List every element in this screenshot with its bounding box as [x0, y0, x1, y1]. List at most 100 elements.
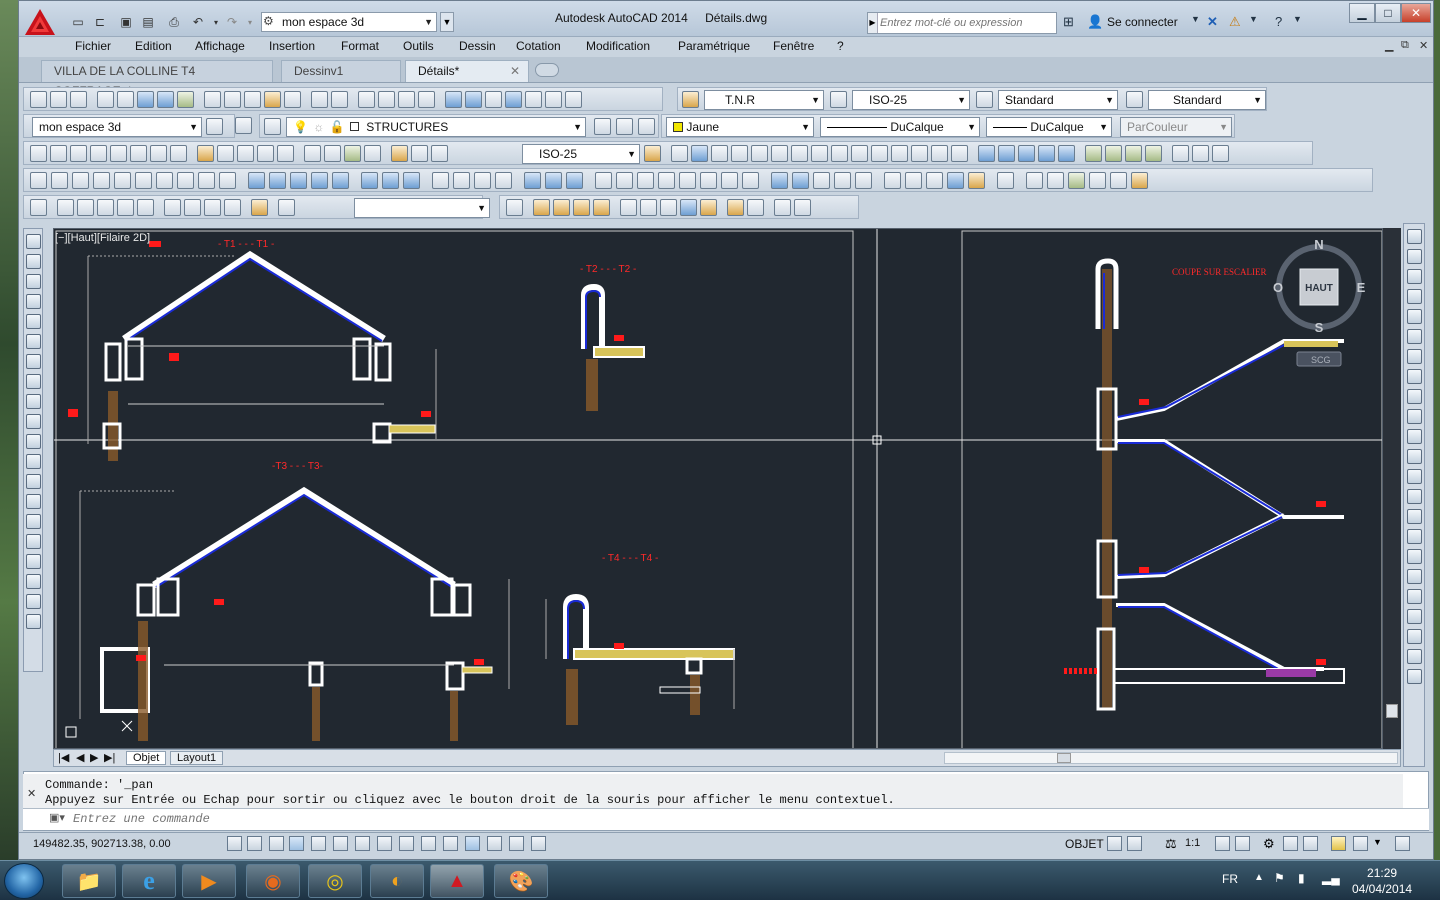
quick-properties-icon[interactable] [487, 836, 502, 851]
section-plane-icon[interactable] [137, 199, 154, 216]
redo-icon[interactable]: ↷ [223, 13, 241, 31]
arc-length-icon[interactable] [70, 145, 87, 162]
snap-mode-icon[interactable] [247, 836, 262, 851]
table-4-icon[interactable] [794, 199, 811, 216]
copy-icon[interactable] [224, 91, 241, 108]
sheet-set-icon[interactable] [505, 91, 522, 108]
insert-block-icon[interactable] [25, 454, 41, 469]
face-8-icon[interactable] [742, 172, 759, 189]
prev-tab-icon[interactable]: ◀ [76, 751, 84, 764]
help-icon[interactable]: ? [1275, 14, 1282, 29]
menu-modification[interactable]: Modification [586, 39, 650, 53]
copy-object-icon[interactable] [1406, 249, 1422, 264]
draw-order-2-icon[interactable] [553, 199, 570, 216]
table-2-icon[interactable] [747, 199, 764, 216]
hidden-icon[interactable] [926, 172, 943, 189]
edge-5-icon[interactable] [855, 172, 872, 189]
paste-icon[interactable] [244, 91, 261, 108]
explode-icon[interactable] [1406, 569, 1422, 584]
soldraw-icon[interactable] [77, 199, 94, 216]
lineweight-icon[interactable] [443, 836, 458, 851]
face-4-icon[interactable] [658, 172, 675, 189]
edge-4-icon[interactable] [834, 172, 851, 189]
ucs-apply-icon[interactable] [891, 145, 908, 162]
last-tab-icon[interactable]: ▶| [104, 751, 115, 764]
extract-4-icon[interactable] [224, 199, 241, 216]
solprof-icon[interactable] [97, 199, 114, 216]
radius-icon[interactable] [110, 145, 127, 162]
redo-dropdown-icon[interactable]: ▾ [241, 13, 259, 31]
pan3d-icon[interactable] [1172, 145, 1189, 162]
find-text-icon[interactable] [278, 199, 295, 216]
rotate-icon[interactable] [1406, 349, 1422, 364]
command-prompt-icon[interactable]: ▣▾ [49, 811, 65, 824]
media-center-taskbar-icon[interactable]: ◐ [370, 864, 424, 898]
dim-text-edit-icon[interactable] [411, 145, 428, 162]
conceptual-icon[interactable] [968, 172, 985, 189]
wireframe-icon[interactable] [905, 172, 922, 189]
edge-3-icon[interactable] [813, 172, 830, 189]
stay-connected-dropdown-icon[interactable]: ▼ [1249, 14, 1258, 24]
ucs-rotate-icon[interactable] [951, 145, 968, 162]
region-draw-icon[interactable] [25, 554, 41, 569]
table-icon[interactable] [25, 574, 41, 589]
ucs-object-icon[interactable] [751, 145, 768, 162]
solidview-icon[interactable] [57, 199, 74, 216]
lock-ui-icon[interactable] [1283, 836, 1298, 851]
plotstyle-select[interactable]: ParCouleur ▼ [1120, 117, 1232, 137]
dim-style-icon[interactable] [830, 91, 847, 108]
ucs-named-icon[interactable] [911, 145, 928, 162]
zoom3d-icon[interactable] [1192, 145, 1209, 162]
planar-icon[interactable] [219, 172, 236, 189]
find-text-input[interactable]: ▼ [354, 198, 490, 218]
orbit-icon[interactable] [978, 145, 995, 162]
multileader-style-icon[interactable] [1126, 91, 1143, 108]
palette-extra-5-icon[interactable] [1406, 669, 1422, 684]
dyn-icon[interactable] [421, 836, 436, 851]
palette-extra-2-icon[interactable] [1406, 609, 1422, 624]
view-right-icon[interactable] [1145, 145, 1162, 162]
gradient-icon[interactable] [25, 534, 41, 549]
help-search-input[interactable] [880, 14, 1054, 32]
menu-format[interactable]: Format [341, 39, 379, 53]
inspect-icon[interactable] [344, 145, 361, 162]
sphere-icon[interactable] [114, 172, 131, 189]
baseline-icon[interactable] [217, 145, 234, 162]
model-space-toggle[interactable]: OBJET [1065, 837, 1104, 851]
union-icon[interactable] [361, 172, 378, 189]
layer-properties-icon[interactable] [264, 118, 281, 135]
horizontal-scrollbar[interactable] [944, 752, 1398, 764]
design-center-icon[interactable] [465, 91, 482, 108]
wedge-icon[interactable] [72, 172, 89, 189]
extract-1-icon[interactable] [164, 199, 181, 216]
stretch-icon[interactable] [1406, 389, 1422, 404]
offset-icon[interactable] [1406, 289, 1422, 304]
tab-dessinv1[interactable]: Dessinv1 [281, 60, 401, 82]
grid-display-icon[interactable] [269, 836, 284, 851]
break-at-point-icon[interactable] [1406, 449, 1422, 464]
sign-in-link[interactable]: Se connecter [1107, 15, 1178, 29]
annotation-monitor-icon[interactable] [531, 836, 546, 851]
binoculars-icon[interactable]: ⊞ [1063, 14, 1074, 30]
free-orbit-icon[interactable] [998, 145, 1015, 162]
angular-icon[interactable] [170, 145, 187, 162]
workspace-select[interactable]: mon espace 3d ▼ [261, 12, 437, 32]
stay-connected-icon[interactable]: ⚠ [1229, 14, 1241, 30]
lights-icon[interactable] [1068, 172, 1085, 189]
camera-icon[interactable] [1038, 145, 1055, 162]
extract-2-icon[interactable] [184, 199, 201, 216]
maximize-button[interactable]: □ [1375, 3, 1401, 23]
loft-icon[interactable] [332, 172, 349, 189]
color-select[interactable]: Jaune ▼ [666, 117, 814, 137]
mleader-4-icon[interactable] [680, 199, 697, 216]
erase-icon[interactable] [1406, 229, 1422, 244]
next-tab-icon[interactable]: ▶ [90, 751, 98, 764]
calculator-icon[interactable] [545, 91, 562, 108]
save-as-icon[interactable]: ▤ [139, 13, 157, 31]
annotation-scale[interactable]: 1:1 [1185, 837, 1200, 849]
dim-style-select[interactable]: ISO-25 ▼ [852, 90, 970, 110]
line-icon[interactable] [25, 234, 41, 249]
diameter-icon[interactable] [150, 145, 167, 162]
array-icon[interactable] [1406, 309, 1422, 324]
chamfer-icon[interactable] [1406, 509, 1422, 524]
